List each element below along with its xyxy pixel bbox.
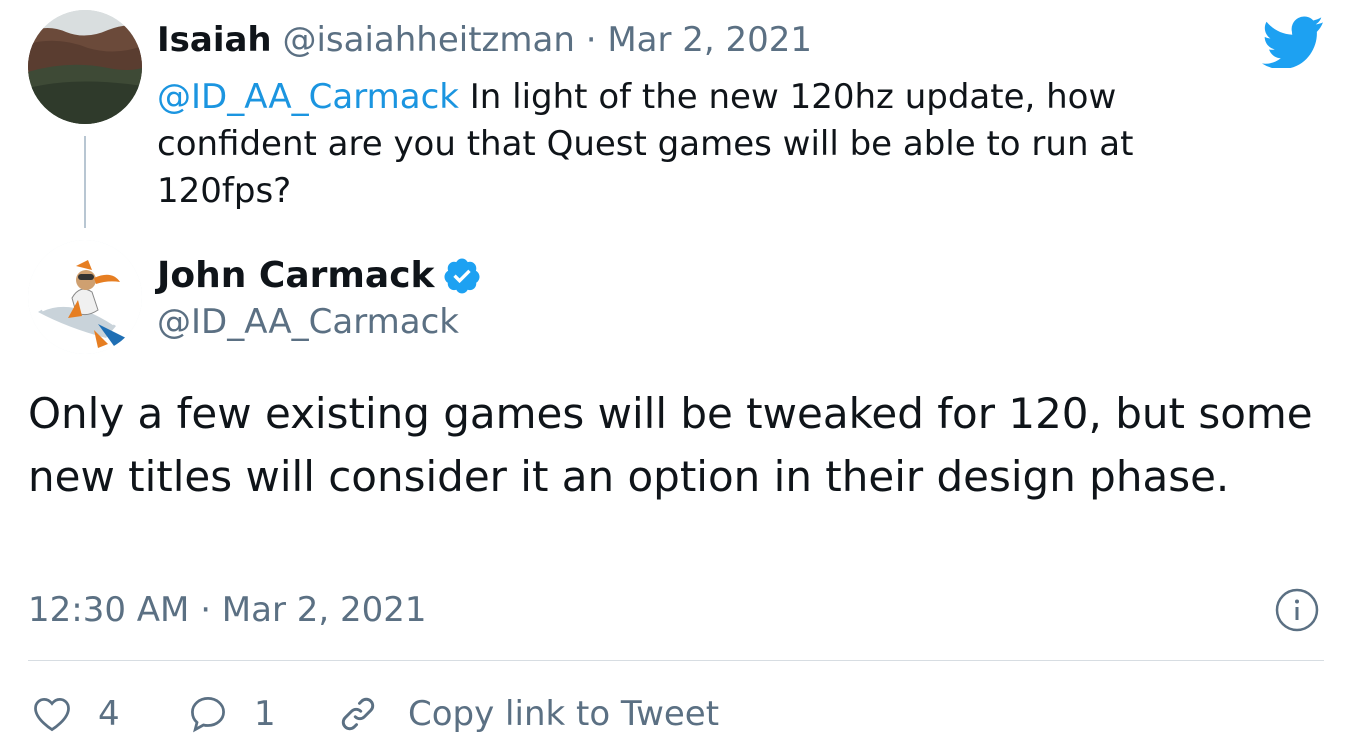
avatar-john-carmack[interactable] xyxy=(28,240,142,354)
reply-tweet-text: @ID_AA_Carmack In light of the new 120hz… xyxy=(157,74,1217,215)
actions-divider xyxy=(28,660,1324,661)
reply-count: 1 xyxy=(254,694,276,734)
heart-icon xyxy=(34,697,70,732)
like-count: 4 xyxy=(98,694,120,734)
reply-date[interactable]: Mar 2, 2021 xyxy=(607,20,812,60)
reply-author-name[interactable]: Isaiah xyxy=(157,20,272,60)
tweet-timestamp[interactable]: 12:30 AM · Mar 2, 2021 xyxy=(28,586,427,634)
mention-link[interactable]: @ID_AA_Carmack xyxy=(157,77,459,117)
main-tweet-text: Only a few existing games will be tweake… xyxy=(28,389,1313,501)
speech-bubble-icon xyxy=(191,697,225,733)
main-author-name-row: John Carmack xyxy=(157,252,482,300)
info-icon[interactable] xyxy=(1274,587,1320,633)
link-icon xyxy=(341,697,375,731)
tweet-action-bar: 4 1 Copy link to Tweet xyxy=(30,688,719,740)
copy-link-label: Copy link to Tweet xyxy=(408,694,720,734)
like-button[interactable]: 4 xyxy=(30,692,186,736)
verified-badge-icon xyxy=(444,258,480,294)
embedded-tweet-card: Isaiah @isaiahheitzman · Mar 2, 2021 @ID… xyxy=(0,0,1350,744)
avatar-isaiah[interactable] xyxy=(28,10,142,124)
reply-author-handle[interactable]: @isaiahheitzman xyxy=(282,20,574,60)
copy-link-button[interactable]: Copy link to Tweet xyxy=(336,692,719,736)
reply-tweet-header: Isaiah @isaiahheitzman · Mar 2, 2021 xyxy=(157,18,812,62)
twitter-bird-icon[interactable] xyxy=(1262,16,1324,68)
header-separator: · xyxy=(585,20,597,60)
main-author-name[interactable]: John Carmack xyxy=(157,252,434,300)
main-author-handle[interactable]: @ID_AA_Carmack xyxy=(157,300,459,344)
reply-button[interactable]: 1 xyxy=(186,692,336,736)
thread-connector-line xyxy=(84,136,86,228)
